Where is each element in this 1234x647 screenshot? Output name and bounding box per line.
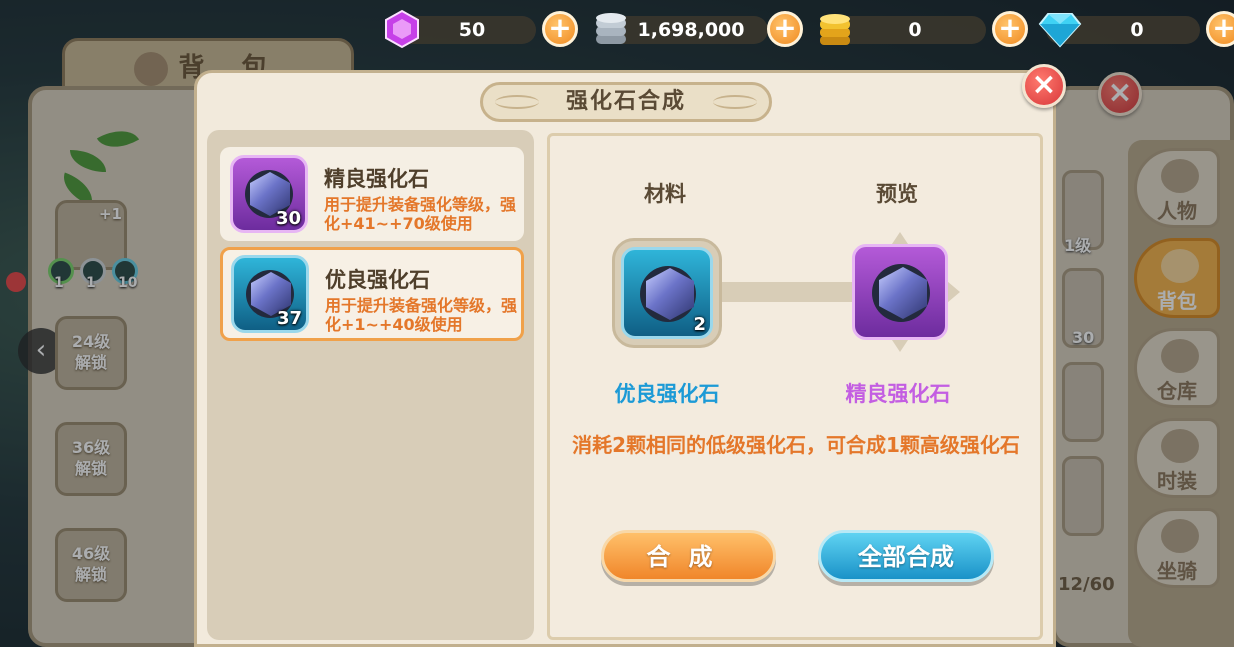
- material-slot[interactable]: 2: [612, 238, 722, 348]
- preview-icon: [852, 244, 948, 340]
- add-diamond-button[interactable]: +: [1206, 11, 1234, 47]
- gold-coins-icon: [820, 14, 850, 45]
- material-name: 优良强化石: [614, 382, 720, 406]
- synthesize-button[interactable]: 合成: [601, 530, 776, 582]
- synthesize-all-button[interactable]: 全部合成: [818, 530, 994, 582]
- connector: [712, 282, 852, 302]
- material-icon: 2: [621, 247, 713, 339]
- ornament-icon: [495, 95, 539, 109]
- preview-name: 精良强化石: [845, 382, 951, 406]
- dialog-title-banner: 强化石合成: [480, 82, 772, 122]
- silver-coins-icon: [596, 13, 626, 44]
- item-icon: 37: [231, 255, 309, 333]
- item-name: 优良强化石: [325, 268, 430, 292]
- add-gold-button[interactable]: +: [992, 11, 1028, 47]
- purple-gem-icon: [385, 9, 419, 49]
- item-count: 30: [275, 208, 301, 229]
- list-item[interactable]: 30 精良强化石 用于提升装备强化等级，强化+41~+70级使用: [220, 147, 524, 241]
- preview-label: 预览: [876, 182, 918, 206]
- close-icon[interactable]: ×: [1022, 64, 1066, 108]
- synthesis-hint: 消耗2颗相同的低级强化石，可合成1颗高级强化石: [572, 433, 1020, 457]
- item-name: 精良强化石: [324, 167, 429, 191]
- item-icon: 30: [230, 155, 308, 233]
- preview-slot[interactable]: [852, 244, 948, 340]
- dialog-title: 强化石合成: [565, 89, 686, 114]
- material-label: 材料: [644, 182, 686, 206]
- diamond-icon: [1038, 13, 1082, 48]
- list-item-selected[interactable]: 37 优良强化石 用于提升装备强化等级，强化+1~+40级使用: [220, 247, 524, 341]
- material-count: 2: [693, 314, 706, 335]
- add-gem-button[interactable]: +: [542, 11, 578, 47]
- item-count: 37: [276, 308, 302, 329]
- item-desc: 用于提升装备强化等级，强化+1~+40级使用: [325, 296, 518, 334]
- ornament-icon: [713, 95, 757, 109]
- item-desc: 用于提升装备强化等级，强化+41~+70级使用: [324, 195, 517, 233]
- add-silver-button[interactable]: +: [767, 11, 803, 47]
